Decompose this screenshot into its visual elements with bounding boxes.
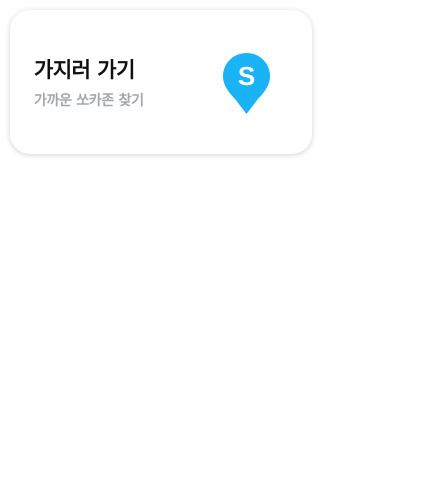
card-title: 가지러 가기 [34, 58, 135, 82]
socar-location-pin-icon: S [223, 53, 270, 114]
go-pickup-card[interactable]: 가지러 가기 가까운 쏘카존 찾기 S [10, 10, 312, 154]
card-subtitle: 가까운 쏘카존 찾기 [34, 93, 144, 109]
pin-letter: S [238, 61, 255, 91]
